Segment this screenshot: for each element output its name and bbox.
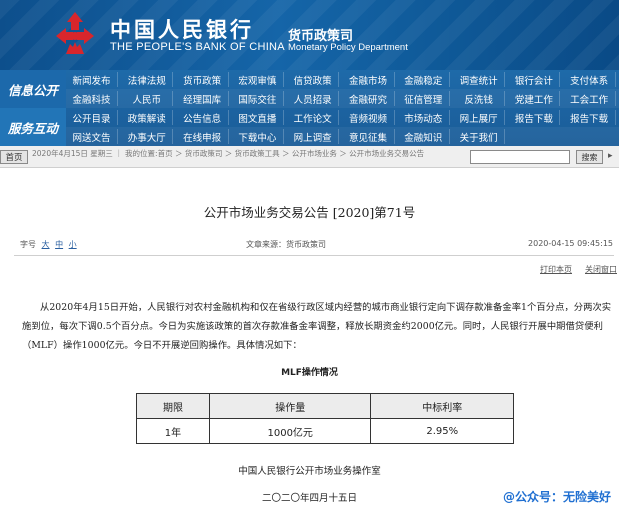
watermark-text: @公众号：无险美好 xyxy=(503,490,612,504)
scroll-arrow-icon[interactable]: ▸ xyxy=(608,151,618,163)
nav-item[interactable]: 金融知识 xyxy=(398,129,450,144)
nav-item[interactable]: 工作论文 xyxy=(287,110,340,125)
nav-item[interactable]: 政策解读 xyxy=(121,110,174,125)
nav-item[interactable]: 报告下载 xyxy=(564,110,616,125)
article-source: 文章来源：货币政策司 xyxy=(246,240,326,249)
column-header-rate: 中标利率 xyxy=(370,393,514,419)
pboc-emblem-icon[interactable] xyxy=(52,10,98,56)
font-size-switcher: 字号 大 中 小 xyxy=(20,239,77,250)
meta-divider xyxy=(14,255,614,256)
breadcrumb-bar: 首页 2020年4月15日 星期三 ｜ 我的位置:首页 ＞ 货币政策司 ＞ 货币… xyxy=(0,146,619,168)
nav-item[interactable]: 网送文告 xyxy=(66,129,118,144)
mlf-operation-table: 期限 操作量 中标利率 1年 1000亿元 2.95% xyxy=(136,393,514,444)
nav-row: 公开目录 政策解读 公告信息 图文直播 工作论文 音频视频 市场动态 网上展厅 报告下载 报告下载 xyxy=(66,108,619,127)
nav-item[interactable]: 人民币 xyxy=(121,91,174,106)
nav-item[interactable]: 支付体系 xyxy=(564,72,616,87)
nav-item[interactable]: 网上调查 xyxy=(287,129,340,144)
nav-item[interactable]: 党建工作 xyxy=(508,91,561,106)
column-header-term: 期限 xyxy=(136,393,210,419)
nav-item[interactable]: 报告下载 xyxy=(508,110,561,125)
nav-item[interactable]: 金融稳定 xyxy=(398,72,450,87)
nav-item[interactable]: 金融研究 xyxy=(343,91,395,106)
nav-item[interactable]: 金融科技 xyxy=(66,91,118,106)
nav-item[interactable]: 网上展厅 xyxy=(453,110,506,125)
font-size-large-link[interactable]: 大 xyxy=(42,240,50,249)
bank-name-en: THE PEOPLE'S BANK OF CHINA xyxy=(110,41,285,53)
mlf-table-caption: MLF操作情况 xyxy=(281,368,338,378)
nav-item[interactable]: 新闻发布 xyxy=(66,72,118,87)
font-size-small-link[interactable]: 小 xyxy=(69,240,77,249)
column-header-amount: 操作量 xyxy=(208,393,372,419)
cell-amount: 1000亿元 xyxy=(208,418,372,444)
nav-item[interactable]: 办事大厅 xyxy=(121,129,174,144)
nav-item[interactable]: 意见征集 xyxy=(343,129,395,144)
nav-item[interactable]: 反洗钱 xyxy=(453,91,506,106)
nav-item[interactable]: 工会工作 xyxy=(564,91,616,106)
nav-item[interactable]: 宏观审慎 xyxy=(232,72,284,87)
nav-item[interactable]: 经理国库 xyxy=(177,91,229,106)
main-navigation: 信息公开 服务互动 新闻发布 法律法规 货币政策 宏观审慎 信贷政策 金融市场 金融稳定 调查… xyxy=(0,70,619,146)
nav-item[interactable]: 公开目录 xyxy=(66,110,118,125)
search-button[interactable]: 搜索 xyxy=(576,150,603,164)
nav-item[interactable]: 征信管理 xyxy=(398,91,450,106)
breadcrumb[interactable]: 2020年4月15日 星期三 ｜ 我的位置:首页 ＞ 货币政策司 ＞ 货币政策工… xyxy=(32,149,472,158)
nav-row: 网送文告 办事大厅 在线申报 下载中心 网上调查 意见征集 金融知识 关于我们 xyxy=(66,127,619,146)
close-window-link[interactable]: 关闭窗口 xyxy=(585,264,617,275)
article-paragraph: 从2020年4月15日开始，人民银行对农村金融机构和仅在省级行政区域内经营的城市… xyxy=(22,302,612,351)
nav-item[interactable]: 下载中心 xyxy=(232,129,284,144)
font-size-medium-link[interactable]: 中 xyxy=(55,240,63,249)
nav-item[interactable]: 法律法规 xyxy=(121,72,174,87)
nav-item[interactable]: 人员招录 xyxy=(287,91,340,106)
nav-item[interactable]: 图文直播 xyxy=(232,110,284,125)
nav-section-info-disclosure[interactable]: 信息公开 xyxy=(0,70,66,108)
article-date: 2020-04-15 09:45:15 xyxy=(528,239,613,248)
nav-item[interactable]: 信贷政策 xyxy=(287,72,340,87)
search-input[interactable] xyxy=(470,150,570,164)
nav-item[interactable]: 市场动态 xyxy=(398,110,450,125)
font-size-label: 字号 xyxy=(20,240,36,249)
nav-item[interactable]: 在线申报 xyxy=(177,129,229,144)
issuing-office: 中国人民银行公开市场业务操作室 xyxy=(238,466,381,477)
nav-item[interactable]: 关于我们 xyxy=(453,129,506,144)
cell-term: 1年 xyxy=(136,418,210,444)
nav-item[interactable]: 音频视频 xyxy=(343,110,395,125)
nav-item[interactable]: 货币政策 xyxy=(177,72,229,87)
nav-item[interactable]: 公告信息 xyxy=(177,110,229,125)
table-header-row: 期限 操作量 中标利率 xyxy=(136,393,514,419)
department-name-en: Monetary Policy Department xyxy=(288,42,408,53)
nav-item[interactable]: 调查统计 xyxy=(453,72,506,87)
cell-rate: 2.95% xyxy=(370,418,514,444)
nav-menu-grid: 新闻发布 法律法规 货币政策 宏观审慎 信贷政策 金融市场 金融稳定 调查统计 银行会计 支付体系… xyxy=(66,70,619,146)
site-banner: 中国人民银行 THE PEOPLE'S BANK OF CHINA 货币政策司 … xyxy=(0,0,619,70)
bank-name-cn: 中国人民银行 xyxy=(110,17,254,42)
article-title: 公开市场业务交易公告 [2020]第71号 xyxy=(203,205,416,220)
nav-item[interactable]: 金融市场 xyxy=(343,72,395,87)
article-meta: 字号 大 中 小 文章来源：货币政策司 2020-04-15 09:45:15 xyxy=(20,239,619,253)
nav-item[interactable]: 银行会计 xyxy=(508,72,561,87)
nav-row: 新闻发布 法律法规 货币政策 宏观审慎 信贷政策 金融市场 金融稳定 调查统计 银行会计 支付体系 xyxy=(66,70,619,89)
nav-row: 金融科技 人民币 经理国库 国际交往 人员招录 金融研究 征信管理 反洗钱 党建工作 工会工作 xyxy=(66,89,619,108)
table-row: 1年 1000亿元 2.95% xyxy=(136,418,514,444)
home-button[interactable]: 首页 xyxy=(0,150,28,164)
nav-section-service-interaction[interactable]: 服务互动 xyxy=(0,108,66,146)
print-page-link[interactable]: 打印本页 xyxy=(540,264,572,275)
nav-item[interactable]: 国际交往 xyxy=(232,91,284,106)
